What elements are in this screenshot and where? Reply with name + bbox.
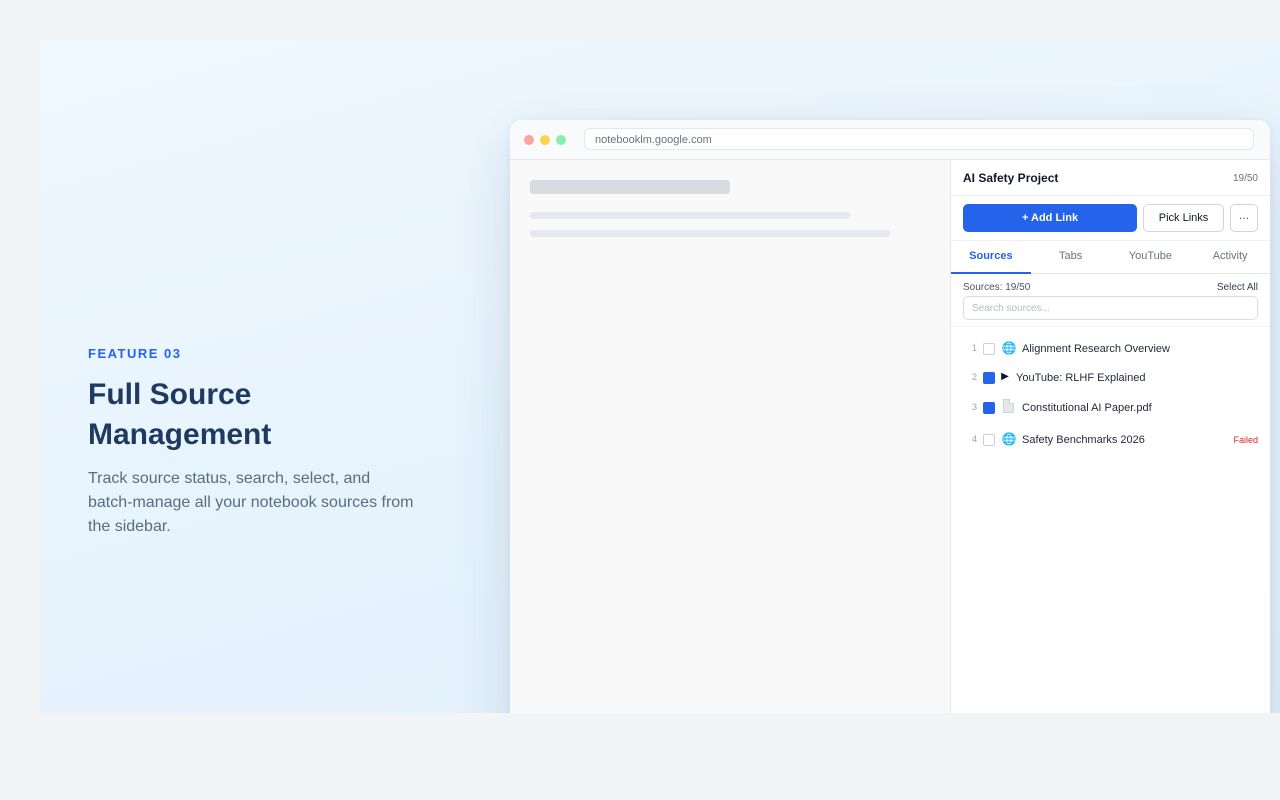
close-window-dot[interactable] — [524, 135, 534, 145]
source-name: Constitutional AI Paper.pdf — [1022, 402, 1152, 414]
sidebar-tabs: Sources Tabs YouTube Activity — [951, 241, 1270, 274]
source-name: Safety Benchmarks 2026 — [1022, 434, 1145, 446]
source-name: YouTube: RLHF Explained — [1016, 372, 1146, 384]
failed-status-badge: Failed — [1233, 435, 1258, 445]
tab-youtube[interactable]: YouTube — [1111, 241, 1191, 273]
search-sources-input[interactable] — [963, 296, 1258, 320]
maximize-window-dot[interactable] — [556, 135, 566, 145]
notebook-main-pane — [510, 160, 951, 713]
feature-copy: FEATURE 03 Full Source Management Track … — [88, 346, 418, 539]
headline-line-2: Management — [88, 418, 272, 451]
skeleton-line — [530, 212, 850, 219]
source-checkbox[interactable] — [983, 343, 995, 355]
skeleton-line — [530, 230, 890, 237]
feature-description: Track source status, search, select, and… — [88, 470, 414, 535]
browser-window: notebooklm.google.com AI Safety Project … — [510, 120, 1270, 713]
address-bar[interactable]: notebooklm.google.com — [584, 128, 1254, 150]
feature-eyebrow: FEATURE 03 — [88, 346, 182, 361]
skeleton-title — [530, 180, 730, 194]
tab-activity[interactable]: Activity — [1190, 241, 1270, 273]
sidebar-actions: + Add Link Pick Links ··· — [951, 196, 1270, 241]
pdf-file-icon — [1003, 399, 1014, 413]
pick-links-button[interactable]: Pick Links — [1143, 204, 1224, 232]
headline-line-1: Full Source — [88, 378, 252, 411]
sources-filter: Sources: 19/50 Select All — [951, 274, 1270, 327]
play-icon: ▶ — [1001, 371, 1009, 382]
feature-hero: FEATURE 03 Full Source Management Track … — [40, 40, 1280, 713]
source-index: 4 — [971, 434, 977, 444]
add-link-button[interactable]: + Add Link — [963, 204, 1137, 232]
globe-icon: 🌐 — [1001, 432, 1017, 446]
minimize-window-dot[interactable] — [540, 135, 550, 145]
select-all-link[interactable]: Select All — [1217, 282, 1258, 293]
more-options-button[interactable]: ··· — [1230, 204, 1258, 232]
browser-chrome: notebooklm.google.com — [510, 120, 1270, 160]
source-name: Alignment Research Overview — [1022, 343, 1170, 355]
source-index: 1 — [971, 343, 977, 353]
source-index: 2 — [971, 372, 977, 382]
source-row[interactable]: 4 🌐 Safety Benchmarks 2026 Failed — [951, 428, 1270, 452]
tab-tabs[interactable]: Tabs — [1031, 241, 1111, 273]
tab-sources[interactable]: Sources — [951, 241, 1031, 274]
source-count: 19/50 — [1232, 173, 1258, 184]
notebook-title: AI Safety Project — [963, 171, 1059, 185]
source-index: 3 — [971, 402, 977, 412]
source-checkbox[interactable] — [983, 434, 995, 446]
browser-content: AI Safety Project 19/50 + Add Link Pick … — [510, 160, 1270, 713]
sidebar-header: AI Safety Project 19/50 — [951, 160, 1270, 196]
sources-count-label: Sources: 19/50 — [963, 282, 1031, 293]
feature-headline: Full Source Management — [88, 375, 418, 455]
source-checkbox[interactable] — [983, 372, 995, 384]
globe-icon: 🌐 — [1001, 341, 1017, 355]
sources-sidebar: AI Safety Project 19/50 + Add Link Pick … — [951, 160, 1270, 713]
source-row[interactable]: 2 ▶ YouTube: RLHF Explained — [951, 366, 1270, 390]
source-checkbox[interactable] — [983, 402, 995, 414]
source-row[interactable]: 1 🌐 Alignment Research Overview — [951, 337, 1270, 361]
source-row[interactable]: 3 Constitutional AI Paper.pdf — [951, 396, 1270, 420]
